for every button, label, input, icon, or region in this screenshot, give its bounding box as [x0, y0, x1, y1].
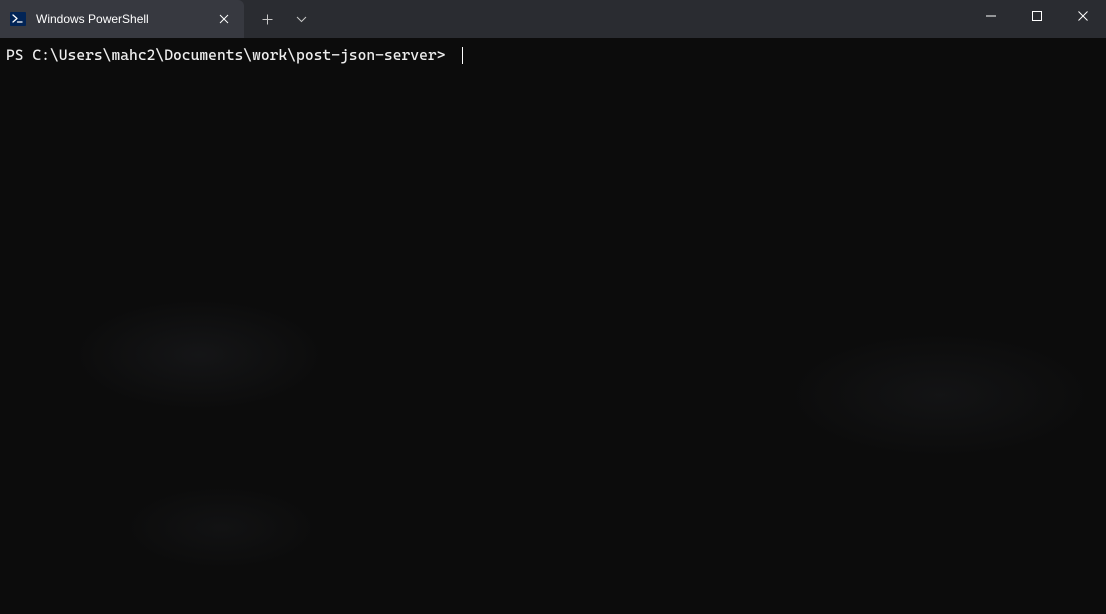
close-tab-button[interactable] — [214, 9, 234, 29]
plus-icon — [262, 14, 273, 25]
text-cursor — [462, 47, 463, 64]
terminal-area[interactable]: PS C:\Users\mahc2\Documents\work\post-js… — [0, 38, 1106, 614]
new-tab-button[interactable] — [250, 0, 284, 38]
prompt-text: PS C:\Users\mahc2\Documents\work\post-js… — [6, 46, 454, 65]
prompt-line: PS C:\Users\mahc2\Documents\work\post-js… — [6, 46, 1100, 65]
tab-dropdown-button[interactable] — [284, 0, 318, 38]
maximize-icon — [1032, 11, 1042, 21]
maximize-button[interactable] — [1014, 0, 1060, 32]
tab-title: Windows PowerShell — [36, 12, 214, 26]
tab-powershell[interactable]: Windows PowerShell — [0, 0, 244, 38]
minimize-icon — [986, 11, 996, 21]
close-window-button[interactable] — [1060, 0, 1106, 32]
minimize-button[interactable] — [968, 0, 1014, 32]
titlebar: Windows PowerShell — [0, 0, 1106, 38]
powershell-icon — [10, 11, 26, 27]
tab-actions — [244, 0, 318, 38]
chevron-down-icon — [296, 16, 307, 23]
close-icon — [1078, 11, 1088, 21]
close-icon — [219, 14, 229, 24]
window-controls — [968, 0, 1106, 32]
